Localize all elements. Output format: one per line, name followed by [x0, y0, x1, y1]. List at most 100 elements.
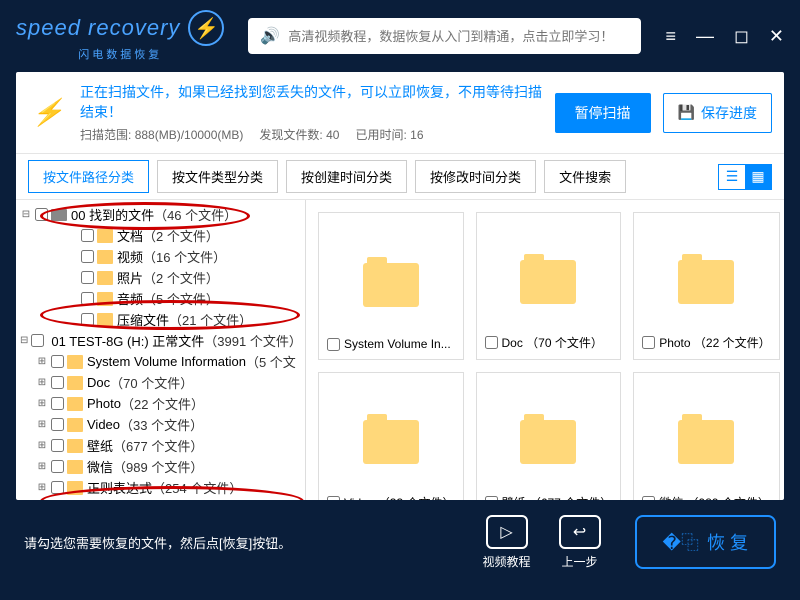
tree-label[interactable]: 照片: [117, 268, 143, 287]
back-button[interactable]: ↩ 上一步: [559, 515, 601, 570]
tree-row[interactable]: ⊞ Photo（22 个文件）: [16, 393, 305, 414]
tree-row[interactable]: 视频（16 个文件）: [16, 246, 305, 267]
tree-label[interactable]: 音频: [117, 289, 143, 308]
tree-row[interactable]: 文档（2 个文件）: [16, 225, 305, 246]
tree-checkbox[interactable]: [51, 355, 64, 368]
tree-row[interactable]: 照片（2 个文件）: [16, 267, 305, 288]
tree-count: （22 个文件）: [121, 394, 204, 413]
drive-icon: [51, 209, 67, 221]
grid-item[interactable]: Photo （22 个文件）: [633, 212, 779, 360]
folder-icon: [67, 355, 83, 369]
tree-label[interactable]: Doc: [87, 375, 110, 390]
tree-row[interactable]: 音频（5 个文件）: [16, 288, 305, 309]
folder-icon: [67, 418, 83, 432]
folder-icon: [520, 420, 576, 464]
grid-checkbox[interactable]: [327, 338, 340, 351]
app-logo: speed recovery ⚡ 闪电数据恢复: [16, 10, 224, 62]
tree-label[interactable]: 正则表达式: [87, 478, 152, 497]
recover-button[interactable]: �⿻ 恢 复: [635, 515, 776, 569]
pause-scan-button[interactable]: 暂停扫描: [555, 93, 651, 133]
tree-toggle[interactable]: ⊟: [20, 335, 28, 346]
tree-label[interactable]: 视频: [117, 247, 143, 266]
tab-by-created[interactable]: 按创建时间分类: [286, 160, 407, 193]
tree-checkbox[interactable]: [81, 313, 94, 326]
tree-row[interactable]: ⊞Doc（70 个文件）: [16, 372, 305, 393]
tree-checkbox[interactable]: [51, 418, 64, 431]
save-progress-button[interactable]: 💾 保存进度: [663, 93, 772, 133]
grid-checkbox[interactable]: [485, 496, 498, 500]
tree-checkbox[interactable]: [81, 229, 94, 242]
tree-row[interactable]: ⊞Video（33 个文件）: [16, 414, 305, 435]
view-list-button[interactable]: ☰: [719, 165, 745, 189]
speaker-icon: 🔊: [260, 26, 280, 46]
grid-label: System Volume In...: [344, 337, 451, 351]
tree-row[interactable]: ⊞微信（989 个文件）: [16, 456, 305, 477]
tree-row[interactable]: ⊞壁纸（677 个文件）: [16, 435, 305, 456]
tree-checkbox[interactable]: [51, 397, 64, 410]
tree-label[interactable]: 01 TEST-8G (H:) 正常文件: [51, 331, 204, 350]
tree-toggle[interactable]: ⊞: [36, 482, 48, 493]
tree-checkbox[interactable]: [31, 334, 44, 347]
tree-checkbox[interactable]: [81, 271, 94, 284]
tree-toggle[interactable]: ⊞: [36, 419, 48, 430]
grid-checkbox[interactable]: [642, 496, 655, 500]
tree-toggle[interactable]: ⊟: [20, 209, 32, 220]
tab-by-path[interactable]: 按文件路径分类: [28, 160, 149, 193]
tree-checkbox[interactable]: [51, 376, 64, 389]
recover-icon: �⿻: [663, 529, 699, 555]
tree-row[interactable]: ⊞System Volume Information（5 个文: [16, 351, 305, 372]
grid-checkbox[interactable]: [327, 496, 340, 500]
tree-label[interactable]: 文档: [117, 226, 143, 245]
tutorial-text[interactable]: [288, 29, 629, 44]
tree-count: （2 个文件）: [143, 226, 219, 245]
tree-row[interactable]: ⊞正则表达式（254 个文件）: [16, 477, 305, 498]
tree-label[interactable]: Photo: [87, 396, 121, 411]
tree-row[interactable]: 压缩文件（21 个文件）: [16, 309, 305, 330]
footer-hint: 请勾选您需要恢复的文件，然后点[恢复]按钮。: [24, 533, 469, 552]
tree-label[interactable]: 微信: [87, 457, 113, 476]
tab-search[interactable]: 文件搜索: [544, 160, 626, 193]
tree-checkbox[interactable]: [35, 208, 48, 221]
maximize-icon[interactable]: ◻: [734, 26, 749, 47]
tree-row[interactable]: ⊞Samples（1254 个文件）: [16, 498, 305, 500]
tree-row[interactable]: ⊟01 TEST-8G (H:) 正常文件（3991 个文件）: [16, 330, 305, 351]
grid-item[interactable]: Doc （70 个文件）: [476, 212, 622, 360]
tree-label[interactable]: Video: [87, 417, 120, 432]
tree-toggle[interactable]: ⊞: [36, 377, 48, 388]
view-grid-button[interactable]: ▦: [745, 165, 771, 189]
folder-icon: [97, 229, 113, 243]
menu-icon[interactable]: ≡: [665, 26, 676, 47]
folder-icon: [67, 460, 83, 474]
tree-toggle[interactable]: ⊞: [36, 398, 48, 409]
tree-checkbox[interactable]: [51, 460, 64, 473]
tab-by-type[interactable]: 按文件类型分类: [157, 160, 278, 193]
tree-toggle[interactable]: ⊞: [36, 440, 48, 451]
tree-row[interactable]: ⊟00 找到的文件（46 个文件）: [16, 204, 305, 225]
tree-label[interactable]: System Volume Information: [87, 354, 246, 369]
file-tree[interactable]: ⊟00 找到的文件（46 个文件）文档（2 个文件）视频（16 个文件）照片（2…: [16, 200, 306, 500]
grid-item[interactable]: 微信 （989 个文件）: [633, 372, 779, 500]
close-icon[interactable]: ✕: [769, 26, 784, 47]
tree-toggle[interactable]: ⊞: [36, 461, 48, 472]
grid-item[interactable]: Video （33 个文件）: [318, 372, 464, 500]
tree-checkbox[interactable]: [81, 250, 94, 263]
tree-label[interactable]: 压缩文件: [117, 310, 169, 329]
status-message: 正在扫描文件，如果已经找到您丢失的文件，可以立即恢复，不用等待扫描结束！: [80, 82, 543, 122]
tree-label[interactable]: 00 找到的文件: [71, 205, 154, 224]
minimize-icon[interactable]: —: [696, 26, 714, 47]
grid-item[interactable]: 壁纸 （677 个文件）: [476, 372, 622, 500]
tree-toggle[interactable]: ⊞: [36, 356, 48, 367]
tree-checkbox[interactable]: [51, 481, 64, 494]
grid-checkbox[interactable]: [642, 336, 655, 349]
grid-checkbox[interactable]: [485, 336, 498, 349]
tree-label[interactable]: 壁纸: [87, 436, 113, 455]
folder-icon: [97, 292, 113, 306]
tab-by-modified[interactable]: 按修改时间分类: [415, 160, 536, 193]
tree-checkbox[interactable]: [51, 439, 64, 452]
grid-label: Photo （22 个文件）: [659, 334, 770, 351]
tutorial-banner[interactable]: 🔊: [248, 18, 641, 54]
grid-item[interactable]: System Volume In...: [318, 212, 464, 360]
video-tutorial-button[interactable]: ▷ 视频教程: [483, 515, 531, 570]
grid-label: 微信 （989 个文件）: [659, 494, 770, 500]
tree-checkbox[interactable]: [81, 292, 94, 305]
